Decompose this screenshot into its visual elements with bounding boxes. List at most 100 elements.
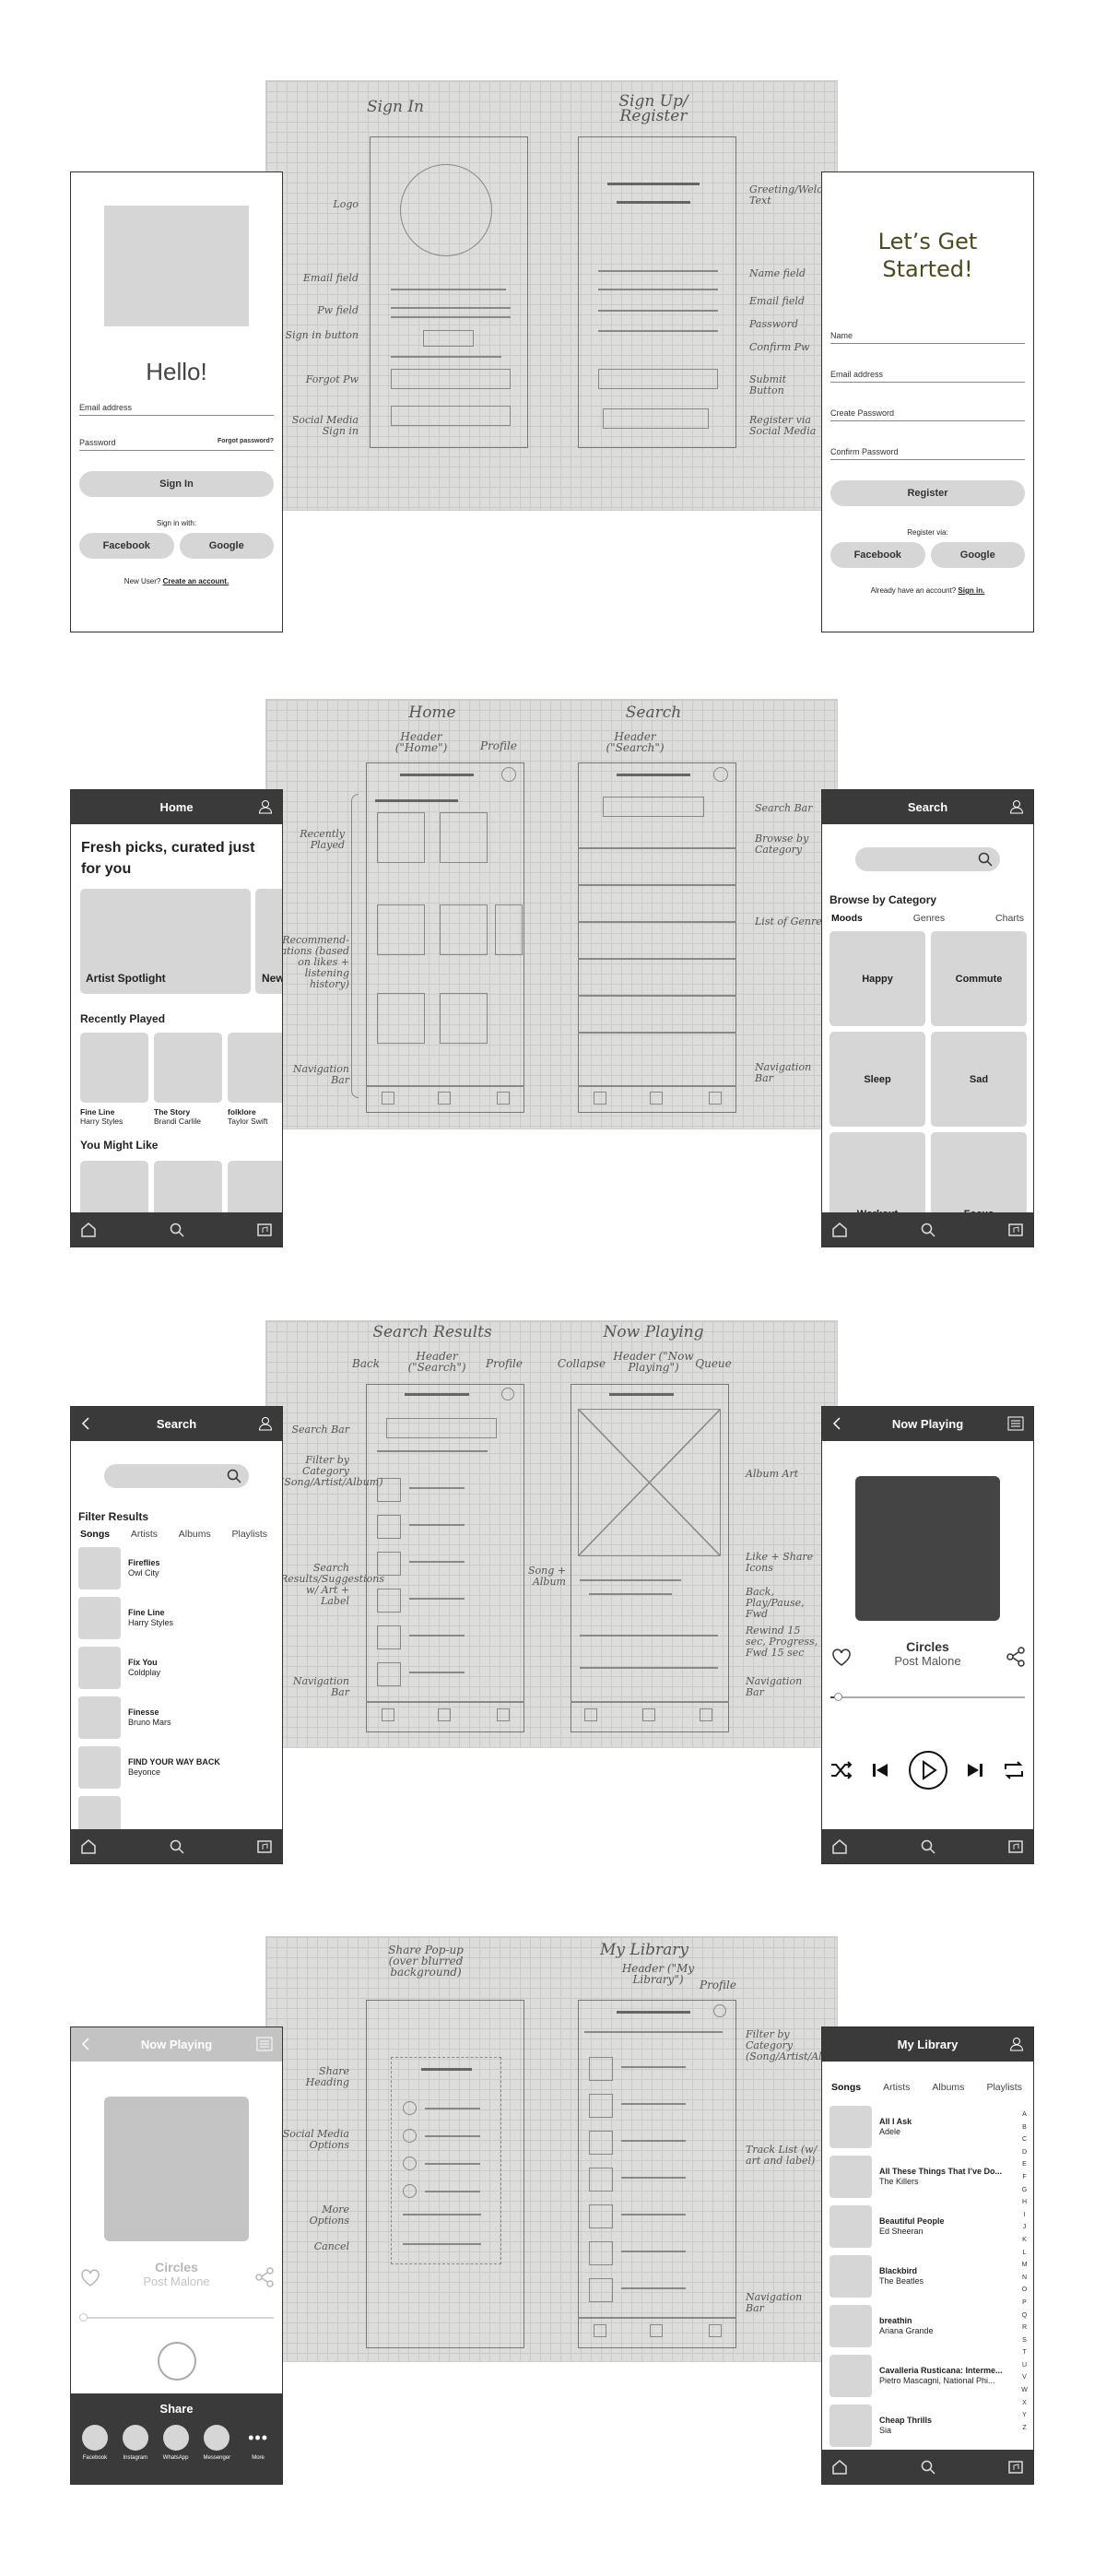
home-icon[interactable]	[831, 2459, 848, 2476]
share-option-facebook[interactable]: Facebook	[81, 2425, 108, 2461]
create-account-link[interactable]: Create an account.	[163, 577, 229, 585]
search-icon[interactable]	[920, 1222, 936, 1238]
register-google-button[interactable]: Google	[930, 542, 1025, 568]
previous-icon[interactable]	[870, 1760, 890, 1780]
name-field[interactable]: Name	[830, 331, 1025, 344]
shuffle-icon[interactable]	[830, 1760, 853, 1780]
register-email-field[interactable]: Email address	[830, 370, 1025, 383]
alphabet-letter[interactable]: M	[1020, 2259, 1029, 2272]
tab-playlists[interactable]: Playlists	[986, 2082, 1022, 2093]
tab-albums[interactable]: Albums	[932, 2082, 964, 2093]
home-icon[interactable]	[80, 1838, 97, 1855]
tab-albums[interactable]: Albums	[179, 1529, 211, 1540]
alphabet-letter[interactable]: U	[1020, 2359, 1029, 2372]
spotlight-carousel[interactable]: Artist Spotlight New	[71, 889, 282, 994]
mood-tile[interactable]: Sad	[931, 1032, 1027, 1127]
create-password-field[interactable]: Create Password	[830, 408, 1025, 421]
home-icon[interactable]	[831, 1838, 848, 1855]
mood-tile[interactable]: Sleep	[830, 1032, 925, 1127]
tab-playlists[interactable]: Playlists	[231, 1529, 267, 1540]
list-item[interactable]: Beautiful People Ed Sheeran	[830, 2205, 1014, 2248]
profile-icon[interactable]	[258, 1416, 273, 1431]
google-button[interactable]: Google	[179, 533, 274, 559]
list-item[interactable]: Fix You Coldplay	[78, 1647, 282, 1689]
profile-icon[interactable]	[258, 799, 273, 814]
forgot-password-link[interactable]: Forgot password?	[218, 438, 274, 447]
email-field[interactable]: Email address	[79, 403, 274, 416]
list-item[interactable]: Finesse Bruno Mars	[78, 1696, 282, 1739]
alphabet-letter[interactable]: T	[1020, 2346, 1029, 2359]
search-icon[interactable]	[169, 1222, 185, 1238]
alphabet-letter[interactable]: Y	[1020, 2409, 1029, 2422]
library-icon[interactable]	[1007, 2459, 1024, 2476]
register-facebook-button[interactable]: Facebook	[830, 542, 925, 568]
back-arrow-icon[interactable]	[80, 1416, 91, 1431]
profile-icon[interactable]	[1009, 799, 1024, 814]
profile-icon[interactable]	[1009, 2037, 1024, 2051]
next-icon[interactable]	[965, 1760, 985, 1780]
search-icon[interactable]	[920, 1838, 936, 1855]
suggestion-tile[interactable]	[154, 1161, 222, 1216]
password-field[interactable]: Password Forgot password?	[79, 438, 274, 451]
repeat-icon[interactable]	[1002, 1760, 1026, 1780]
alphabet-letter[interactable]: W	[1020, 2384, 1029, 2397]
library-icon[interactable]	[1007, 1838, 1024, 1855]
list-item[interactable]: Blackbird The Beatles	[830, 2255, 1014, 2298]
queue-icon[interactable]	[1007, 1416, 1024, 1431]
progress-knob[interactable]	[834, 1693, 843, 1701]
facebook-button[interactable]: Facebook	[79, 533, 174, 559]
list-item[interactable]: Fireflies Owl City	[78, 1547, 282, 1589]
tab-charts[interactable]: Charts	[995, 913, 1024, 924]
search-icon[interactable]	[920, 2459, 936, 2476]
alphabet-letter[interactable]: R	[1020, 2322, 1029, 2334]
recent-item[interactable]: Fine Line Harry Styles	[80, 1033, 148, 1126]
tab-songs[interactable]: Songs	[831, 2082, 861, 2093]
alphabet-letter[interactable]: G	[1020, 2184, 1029, 2197]
progress-bar[interactable]	[830, 1693, 1025, 1702]
signin-button[interactable]: Sign In	[79, 471, 274, 497]
alphabet-letter[interactable]: C	[1020, 2133, 1029, 2146]
list-item[interactable]: All These Things That I’ve Do... The Kill…	[830, 2156, 1014, 2198]
recent-item[interactable]: folklore Taylor Swift	[228, 1033, 282, 1126]
search-input[interactable]	[855, 847, 1000, 871]
list-item[interactable]: Fine Line Harry Styles	[78, 1597, 282, 1639]
mood-tile[interactable]: Commute	[931, 931, 1027, 1026]
tab-artists[interactable]: Artists	[883, 2082, 910, 2093]
alphabet-letter[interactable]: L	[1020, 2247, 1029, 2260]
alphabet-index[interactable]: ABCDEFGHIJKLMNOPQRSTUVWXYZ	[1020, 2109, 1029, 2434]
list-item[interactable]: breathin Ariana Grande	[830, 2305, 1014, 2347]
suggestion-tile[interactable]	[228, 1161, 282, 1216]
tab-songs[interactable]: Songs	[80, 1529, 110, 1540]
collapse-icon[interactable]	[831, 1416, 842, 1431]
search-input[interactable]	[104, 1464, 249, 1488]
alphabet-letter[interactable]: Q	[1020, 2310, 1029, 2322]
list-item[interactable]: Cavalleria Rusticana: Interme... Pietro M…	[830, 2355, 1014, 2397]
alphabet-letter[interactable]: A	[1020, 2109, 1029, 2121]
confirm-password-field[interactable]: Confirm Password	[830, 447, 1025, 460]
tab-artists[interactable]: Artists	[131, 1529, 158, 1540]
alphabet-letter[interactable]: F	[1020, 2171, 1029, 2184]
library-icon[interactable]	[256, 1222, 273, 1238]
alphabet-letter[interactable]: V	[1020, 2371, 1029, 2384]
alphabet-letter[interactable]: X	[1020, 2397, 1029, 2410]
tab-genres[interactable]: Genres	[913, 913, 945, 924]
search-icon[interactable]	[169, 1838, 185, 1855]
alphabet-letter[interactable]: H	[1020, 2196, 1029, 2209]
share-option-more[interactable]: ••• More	[245, 2425, 271, 2462]
home-icon[interactable]	[831, 1222, 848, 1238]
search-icon[interactable]	[977, 851, 994, 868]
recent-item[interactable]: The Story Brandi Carlile	[154, 1033, 222, 1126]
register-button[interactable]: Register	[830, 480, 1025, 506]
heart-icon[interactable]	[831, 1648, 852, 1667]
alphabet-letter[interactable]: J	[1020, 2221, 1029, 2234]
alphabet-letter[interactable]: K	[1020, 2234, 1029, 2247]
library-icon[interactable]	[1007, 1222, 1024, 1238]
share-option-instagram[interactable]: Instagram	[122, 2425, 148, 2461]
list-item[interactable]: FIND YOUR WAY BACK Beyonce	[78, 1746, 282, 1789]
share-icon[interactable]	[1006, 1647, 1026, 1667]
tab-moods[interactable]: Moods	[831, 913, 863, 924]
alphabet-letter[interactable]: O	[1020, 2284, 1029, 2297]
list-item[interactable]: All I Ask Adele	[830, 2106, 1014, 2148]
share-option-messenger[interactable]: Messenger	[204, 2425, 230, 2461]
alphabet-letter[interactable]: S	[1020, 2334, 1029, 2347]
